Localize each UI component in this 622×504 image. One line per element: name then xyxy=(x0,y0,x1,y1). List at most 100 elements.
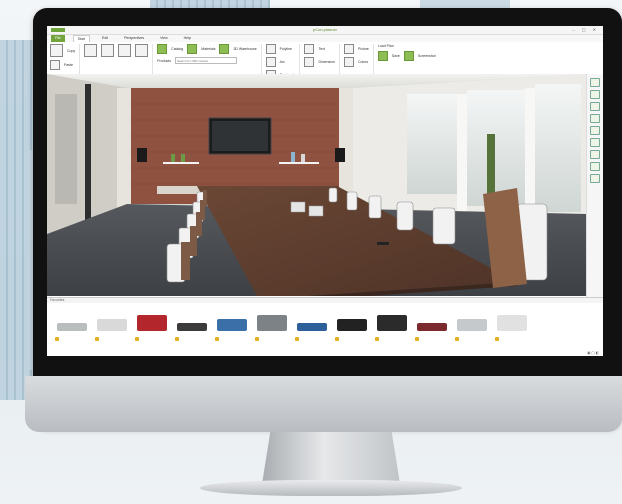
polyline-icon[interactable] xyxy=(265,44,276,54)
materials-icon[interactable] xyxy=(590,114,600,123)
product-thumbnail xyxy=(337,319,367,331)
favorite-star-icon[interactable] xyxy=(95,337,99,341)
colors-icon[interactable] xyxy=(343,57,354,67)
product-thumbnail xyxy=(497,315,527,331)
catalog-icon[interactable] xyxy=(590,126,600,135)
favorites-list xyxy=(47,303,603,341)
vase xyxy=(301,154,305,162)
table-power-outlet xyxy=(377,242,389,245)
window-title: pCon.planner xyxy=(312,27,338,32)
catalog-item-lounge-chair-red[interactable] xyxy=(415,311,449,341)
dimension-icon[interactable] xyxy=(304,57,315,67)
product-thumbnail xyxy=(217,319,247,331)
catalog-icon[interactable] xyxy=(157,44,168,54)
favorite-star-icon[interactable] xyxy=(295,337,299,341)
favorite-star-icon[interactable] xyxy=(455,337,459,341)
catalog-item-chair-blue[interactable] xyxy=(295,311,329,341)
catalog-item-cabinet-grey[interactable] xyxy=(255,311,289,341)
plant xyxy=(181,154,185,162)
tab-file[interactable]: File xyxy=(51,35,65,42)
catalog-item-armchair-red[interactable] xyxy=(135,311,169,341)
app-window: pCon.planner – ▢ ✕ File Start Edit Persp… xyxy=(47,26,603,356)
picture-icon[interactable] xyxy=(343,44,354,54)
title-bar: pCon.planner – ▢ ✕ xyxy=(47,26,603,35)
navigator-icon[interactable] xyxy=(590,78,600,87)
search-input[interactable] xyxy=(174,57,237,64)
favorite-star-icon[interactable] xyxy=(175,337,179,341)
3d-viewport[interactable] xyxy=(47,74,587,296)
save-icon[interactable] xyxy=(377,51,388,61)
catalog-item-table-black[interactable] xyxy=(335,311,369,341)
favorite-star-icon[interactable] xyxy=(255,337,259,341)
side-view-icon[interactable] xyxy=(118,44,132,57)
camera-icon[interactable] xyxy=(590,138,600,147)
product-thumbnail xyxy=(377,315,407,331)
catalog-item-sofa-blue[interactable] xyxy=(215,311,249,341)
tab-edit[interactable]: Edit xyxy=(98,35,112,42)
window xyxy=(407,94,457,194)
ribbon-group-draw: Polyline Arc Rectangle xyxy=(265,44,301,80)
polyline-label: Polyline xyxy=(279,47,292,51)
catalog-item-sofa-grey[interactable] xyxy=(55,311,89,341)
tab-view[interactable]: View xyxy=(156,35,172,42)
catalog-item-side-table-white[interactable] xyxy=(95,311,129,341)
wall-shelf xyxy=(163,162,199,164)
laptop xyxy=(290,201,306,213)
text-icon[interactable] xyxy=(304,44,315,54)
paste-icon[interactable] xyxy=(50,60,60,70)
layers-icon[interactable] xyxy=(590,90,600,99)
plan-view-icon[interactable] xyxy=(84,44,98,57)
speaker xyxy=(335,148,345,162)
product-thumbnail xyxy=(457,319,487,331)
favorite-star-icon[interactable] xyxy=(215,337,219,341)
tab-perspectives[interactable]: Perspectives xyxy=(120,35,148,42)
colors-label: Colors xyxy=(357,60,369,64)
load-plan-label[interactable]: Load Plan xyxy=(378,44,394,48)
wall-shelf xyxy=(279,162,319,164)
tab-start[interactable]: Start xyxy=(72,35,91,42)
ribbon-group-views xyxy=(84,44,154,76)
catalog-item-chair-black[interactable] xyxy=(375,311,409,341)
plant xyxy=(171,154,175,162)
favorite-star-icon[interactable] xyxy=(335,337,339,341)
ribbon-group-layer: Picture Colors xyxy=(343,44,374,76)
favorite-star-icon[interactable] xyxy=(415,337,419,341)
product-thumbnail xyxy=(257,315,287,331)
dimension-label: Dimension xyxy=(318,60,335,64)
catalog-item-sideboard-dark[interactable] xyxy=(175,311,209,341)
window-controls[interactable]: – ▢ ✕ xyxy=(572,27,599,32)
favorite-star-icon[interactable] xyxy=(495,337,499,341)
3d-view-icon[interactable] xyxy=(135,44,149,57)
arc-icon[interactable] xyxy=(265,57,276,67)
favorite-star-icon[interactable] xyxy=(55,337,59,341)
column xyxy=(117,88,131,208)
screenshot-label: Screenshot xyxy=(417,54,436,58)
favorites-panel: Favorites ▣ ▢ ◧ xyxy=(47,297,603,356)
export-icon[interactable] xyxy=(590,174,600,183)
text-label: Text xyxy=(318,47,325,51)
product-thumbnail xyxy=(137,315,167,331)
outdoor-tree xyxy=(487,134,495,194)
monitor-stand xyxy=(262,432,400,484)
warehouse-icon[interactable] xyxy=(219,44,230,54)
catalog-item-sofa-white[interactable] xyxy=(495,311,529,341)
copy-icon[interactable] xyxy=(50,44,63,57)
tab-help[interactable]: Help xyxy=(180,35,195,42)
monitor-chin xyxy=(25,376,622,432)
light-icon[interactable] xyxy=(590,150,600,159)
right-toolbar xyxy=(586,74,603,300)
ribbon-group-clipboard: Copy Paste xyxy=(50,44,81,76)
materials-icon[interactable] xyxy=(187,44,198,54)
favorite-star-icon[interactable] xyxy=(135,337,139,341)
catalog-item-bench-grey[interactable] xyxy=(455,311,489,341)
front-view-icon[interactable] xyxy=(101,44,115,57)
favorite-star-icon[interactable] xyxy=(375,337,379,341)
materials-label: Materials xyxy=(201,47,216,51)
ribbon-group-annotate: Text Dimension xyxy=(304,44,340,76)
window-mullion xyxy=(457,94,467,214)
measure-icon[interactable] xyxy=(590,162,600,171)
properties-icon[interactable] xyxy=(590,102,600,111)
tv-screen xyxy=(212,121,268,151)
warehouse-label: 3D Warehouse xyxy=(233,47,257,51)
screenshot-icon[interactable] xyxy=(403,51,414,61)
